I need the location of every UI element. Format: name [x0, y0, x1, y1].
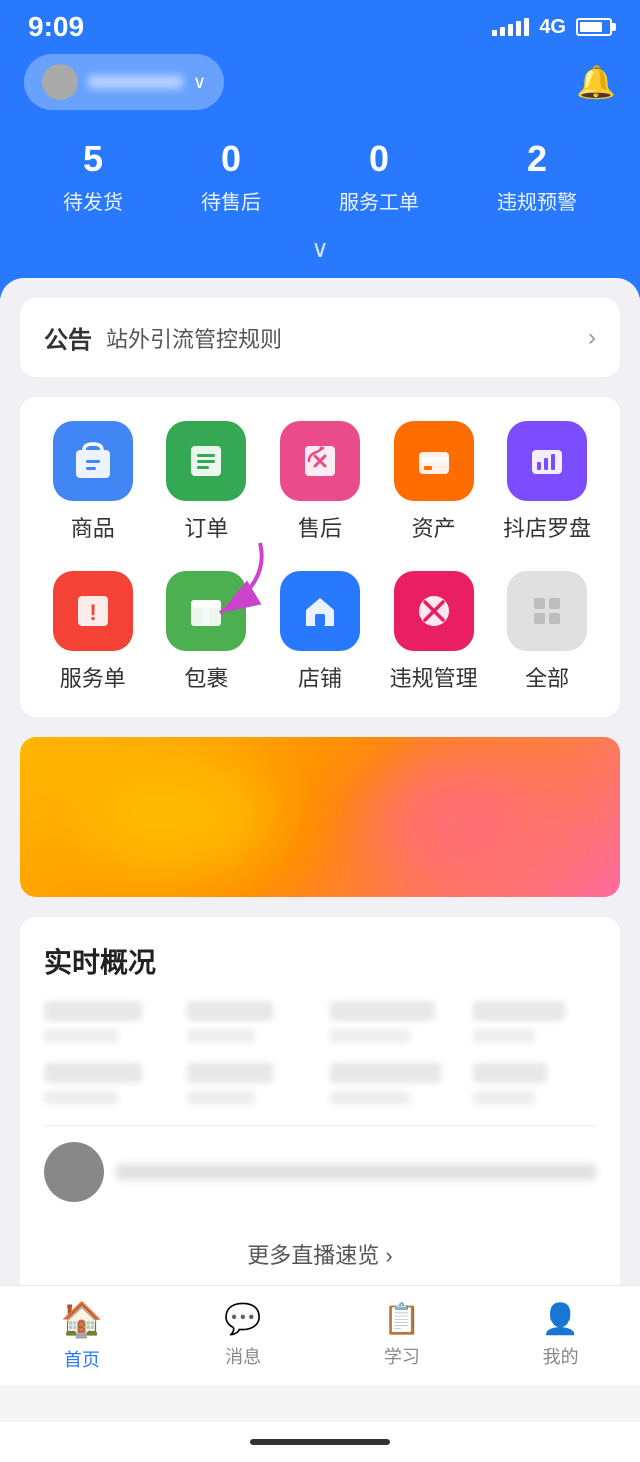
menu-label-aftersale: 售后 — [298, 511, 342, 543]
stat-item-violation[interactable]: 2 违规预警 — [497, 138, 577, 215]
more-live-button[interactable]: 更多直播速览 › — [44, 1218, 596, 1278]
stat-number-violation: 2 — [527, 138, 547, 180]
notice-tag: 公告 — [44, 320, 92, 355]
menu-item-violation[interactable]: 违规管理 — [384, 571, 484, 693]
shop-avatar — [42, 64, 78, 100]
status-bar: 9:09 4G — [0, 0, 640, 54]
menu-label-store: 店铺 — [298, 661, 342, 693]
menu-label-service-order: 服务单 — [60, 661, 126, 693]
menu-item-order[interactable]: 订单 — [156, 421, 256, 543]
nav-item-study[interactable]: 📋 学习 — [363, 1294, 440, 1377]
study-icon: 📋 — [383, 1302, 420, 1337]
notice-text: 站外引流管控规则 — [106, 322, 588, 354]
rt-item-4 — [473, 1001, 596, 1043]
nav-item-message[interactable]: 💬 消息 — [204, 1294, 281, 1377]
stat-item-after-sale[interactable]: 0 待售后 — [201, 138, 261, 215]
stat-label-after-sale: 待售后 — [201, 186, 261, 215]
stat-label-violation: 违规预警 — [497, 186, 577, 215]
menu-label-order: 订单 — [184, 511, 228, 543]
menu-row-2: ! 服务单 包裹 — [36, 571, 604, 693]
stat-number-pending-ship: 5 — [83, 138, 103, 180]
home-indicator — [0, 1422, 640, 1462]
stat-item-service[interactable]: 0 服务工单 — [339, 138, 419, 215]
rt-item-5 — [44, 1063, 167, 1105]
realtime-section: 实时概况 — [20, 917, 620, 1302]
rt-item-8 — [473, 1063, 596, 1105]
bottom-nav: 🏠 首页 💬 消息 📋 学习 👤 我的 — [0, 1285, 640, 1385]
package-icon — [166, 571, 246, 651]
nav-label-study: 学习 — [384, 1343, 420, 1369]
header-top: ∨ 🔔 — [24, 54, 616, 110]
menu-label-product: 商品 — [71, 511, 115, 543]
notice-arrow-icon: › — [588, 324, 596, 352]
menu-item-package[interactable]: 包裹 — [156, 571, 256, 693]
nav-item-home[interactable]: 🏠 首页 — [41, 1292, 123, 1380]
live-row — [44, 1125, 596, 1218]
menu-grid: 商品 订单 — [20, 397, 620, 717]
menu-item-compass[interactable]: 抖店罗盘 — [497, 421, 597, 543]
notice-banner[interactable]: 公告 站外引流管控规则 › — [20, 298, 620, 377]
all-icon — [507, 571, 587, 651]
nav-label-message: 消息 — [225, 1343, 261, 1369]
stats-row: 5 待发货 0 待售后 0 服务工单 2 违规预警 — [24, 138, 616, 215]
expand-chevron-icon[interactable]: ∨ — [24, 235, 616, 268]
rt-item-7 — [330, 1063, 453, 1105]
header-blue: ∨ 🔔 5 待发货 0 待售后 0 服务工单 2 违规预警 ∨ — [0, 54, 640, 298]
home-icon: 🏠 — [61, 1300, 103, 1340]
main-content: 公告 站外引流管控规则 › 商品 — [0, 278, 640, 1302]
stat-item-pending-ship[interactable]: 5 待发货 — [63, 138, 123, 215]
realtime-grid-1 — [44, 1001, 596, 1043]
status-time: 9:09 — [28, 11, 84, 43]
nav-label-mine: 我的 — [543, 1343, 579, 1369]
order-icon — [166, 421, 246, 501]
home-bar — [250, 1439, 390, 1445]
menu-item-store[interactable]: 店铺 — [270, 571, 370, 693]
live-avatar — [44, 1142, 104, 1202]
banner-image[interactable] — [20, 737, 620, 897]
rt-item-6 — [187, 1063, 310, 1105]
stat-number-after-sale: 0 — [221, 138, 241, 180]
store-icon — [280, 571, 360, 651]
aftersale-icon — [280, 421, 360, 501]
svg-text:!: ! — [89, 600, 96, 625]
menu-label-all: 全部 — [525, 661, 569, 693]
mine-icon: 👤 — [542, 1302, 579, 1337]
menu-item-product[interactable]: 商品 — [43, 421, 143, 543]
rt-item-2 — [187, 1001, 310, 1043]
rt-item-1 — [44, 1001, 167, 1043]
compass-icon — [507, 421, 587, 501]
violation-icon — [394, 571, 474, 651]
stat-label-service: 服务工单 — [339, 186, 419, 215]
message-icon: 💬 — [224, 1302, 261, 1337]
network-label: 4G — [539, 16, 566, 39]
menu-label-package: 包裹 — [184, 661, 228, 693]
chevron-down-icon: ∨ — [193, 72, 206, 93]
shop-name — [88, 75, 183, 89]
realtime-grid-2 — [44, 1063, 596, 1105]
menu-item-aftersale[interactable]: 售后 — [270, 421, 370, 543]
menu-label-violation: 违规管理 — [390, 661, 478, 693]
rt-item-3 — [330, 1001, 453, 1043]
service-order-icon: ! — [53, 571, 133, 651]
stat-number-service: 0 — [369, 138, 389, 180]
status-icons: 4G — [492, 16, 612, 39]
nav-item-mine[interactable]: 👤 我的 — [522, 1294, 599, 1377]
stat-label-pending-ship: 待发货 — [63, 186, 123, 215]
battery-icon — [576, 18, 612, 36]
menu-label-compass: 抖店罗盘 — [503, 511, 591, 543]
menu-item-service-order[interactable]: ! 服务单 — [43, 571, 143, 693]
assets-icon — [394, 421, 474, 501]
menu-item-all[interactable]: 全部 — [497, 571, 597, 693]
signal-bars-icon — [492, 18, 529, 36]
product-icon — [53, 421, 133, 501]
shop-selector[interactable]: ∨ — [24, 54, 224, 110]
menu-row-1: 商品 订单 — [36, 421, 604, 543]
live-info — [116, 1164, 596, 1180]
bell-icon[interactable]: 🔔 — [576, 63, 616, 101]
menu-item-assets[interactable]: 资产 — [384, 421, 484, 543]
menu-label-assets: 资产 — [412, 511, 456, 543]
nav-label-home: 首页 — [64, 1346, 100, 1372]
realtime-title: 实时概况 — [44, 941, 596, 981]
